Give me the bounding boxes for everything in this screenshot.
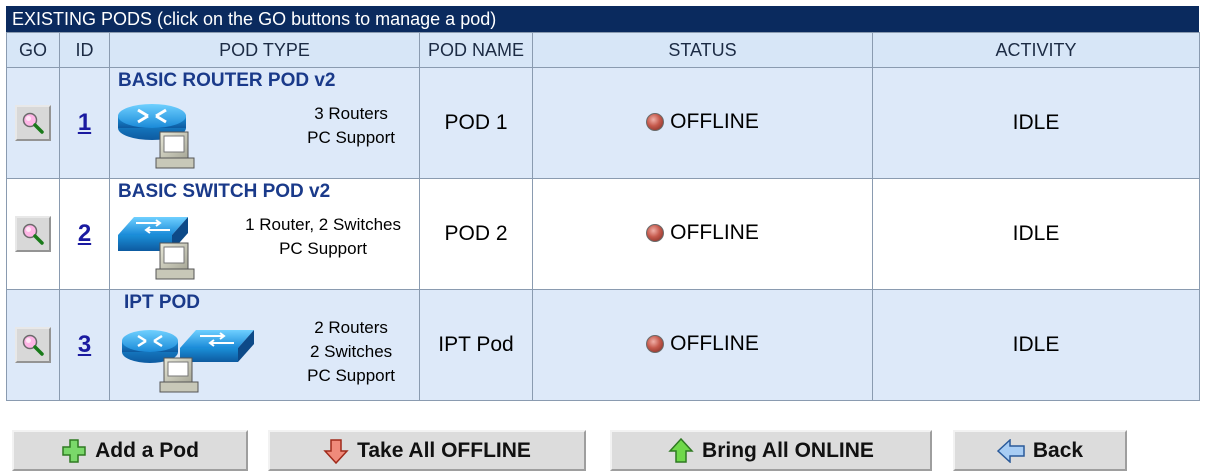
- switch-pc-icon: [118, 217, 195, 280]
- magnifier-icon: [22, 112, 44, 134]
- id-cell: 1: [59, 67, 110, 179]
- column-header-go: GO: [6, 32, 60, 68]
- back-button[interactable]: Back: [953, 430, 1127, 471]
- pod-description: 3 Routers PC Support: [307, 104, 395, 147]
- panel-title: EXISTING PODS (click on the GO buttons t…: [6, 6, 1199, 32]
- router-pc-icon: [118, 104, 195, 169]
- table-row: 3 IPT POD 2 Routers 2 Switches PC Suppor…: [6, 289, 1200, 401]
- table-row: 1 BASIC ROUTER POD v2 3 Routers PC Suppo…: [6, 67, 1200, 179]
- arrow-left-icon: [996, 438, 1025, 463]
- magnifier-icon: [22, 334, 44, 356]
- plus-icon: [62, 438, 86, 463]
- router-switch-pc-icon: [122, 330, 254, 393]
- existing-pods-panel: EXISTING PODS (click on the GO buttons t…: [6, 6, 1200, 401]
- pod-id-link[interactable]: 2: [78, 220, 91, 247]
- add-pod-button[interactable]: Add a Pod: [12, 430, 248, 471]
- column-header-id: ID: [59, 32, 110, 68]
- go-button[interactable]: [15, 216, 51, 252]
- status-led-icon: [646, 223, 665, 242]
- pod-id-link[interactable]: 1: [78, 109, 91, 136]
- status-cell: OFFLINE: [532, 289, 873, 401]
- pod-id-link[interactable]: 3: [78, 331, 91, 358]
- status-led-icon: [646, 112, 665, 131]
- status-led-icon: [646, 334, 665, 353]
- pod-description: 2 Routers 2 Switches PC Support: [307, 318, 395, 385]
- activity-cell: IDLE: [872, 289, 1200, 401]
- pod-name-cell: IPT Pod: [419, 289, 533, 401]
- column-header-pod-name: POD NAME: [419, 32, 533, 68]
- pods-table: GO ID POD TYPE POD NAME STATUS ACTIVITY: [6, 32, 1200, 401]
- pod-name-cell: POD 1: [419, 67, 533, 179]
- column-header-pod-type: POD TYPE: [109, 32, 420, 68]
- activity-cell: IDLE: [872, 67, 1200, 179]
- go-button[interactable]: [15, 327, 51, 363]
- take-all-offline-button[interactable]: Take All OFFLINE: [268, 430, 586, 471]
- status-cell: OFFLINE: [532, 178, 873, 290]
- table-row: 2 BASIC SWITCH POD v2 1 Router, 2 Switch…: [6, 178, 1200, 290]
- pod-name-cell: POD 2: [419, 178, 533, 290]
- status-indicator: OFFLINE: [646, 332, 759, 356]
- pod-type-cell: BASIC ROUTER POD v2 3 Routers PC Support: [109, 67, 420, 179]
- table-header: GO ID POD TYPE POD NAME STATUS ACTIVITY: [6, 32, 1200, 68]
- go-button[interactable]: [15, 105, 51, 141]
- status-indicator: OFFLINE: [646, 221, 759, 245]
- activity-cell: IDLE: [872, 178, 1200, 290]
- column-header-activity: ACTIVITY: [872, 32, 1200, 68]
- go-cell: [6, 289, 60, 401]
- pod-type-name: BASIC ROUTER POD v2: [118, 70, 336, 91]
- pod-type-name: BASIC SWITCH POD v2: [118, 181, 331, 202]
- action-bar: Add a Pod Take All OFFLINE Bring All ONL…: [0, 430, 1205, 471]
- go-cell: [6, 67, 60, 179]
- pod-type-name: IPT POD: [124, 292, 201, 313]
- arrow-up-icon: [668, 437, 694, 463]
- status-indicator: OFFLINE: [646, 110, 759, 134]
- bring-all-online-button[interactable]: Bring All ONLINE: [610, 430, 932, 471]
- column-header-status: STATUS: [532, 32, 873, 68]
- arrow-down-icon: [323, 438, 349, 464]
- go-cell: [6, 178, 60, 290]
- id-cell: 2: [59, 178, 110, 290]
- magnifier-icon: [22, 223, 44, 245]
- status-cell: OFFLINE: [532, 67, 873, 179]
- pod-type-cell: IPT POD 2 Routers 2 Switches PC Support: [109, 289, 420, 401]
- id-cell: 3: [59, 289, 110, 401]
- pod-type-cell: BASIC SWITCH POD v2 1 Router, 2 Switches…: [109, 178, 420, 290]
- pod-description: 1 Router, 2 Switches PC Support: [245, 215, 401, 258]
